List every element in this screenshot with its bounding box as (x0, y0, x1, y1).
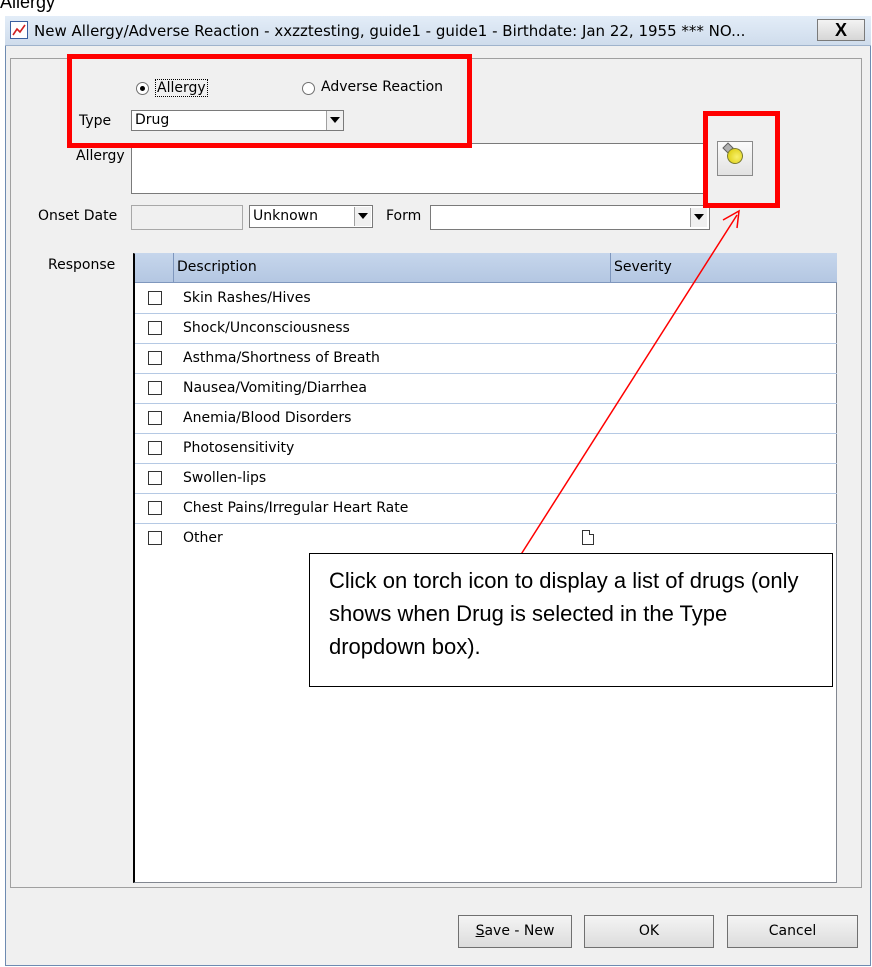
callout-arrow (519, 209, 740, 557)
instruction-callout: Click on torch icon to display a list of… (309, 553, 833, 687)
